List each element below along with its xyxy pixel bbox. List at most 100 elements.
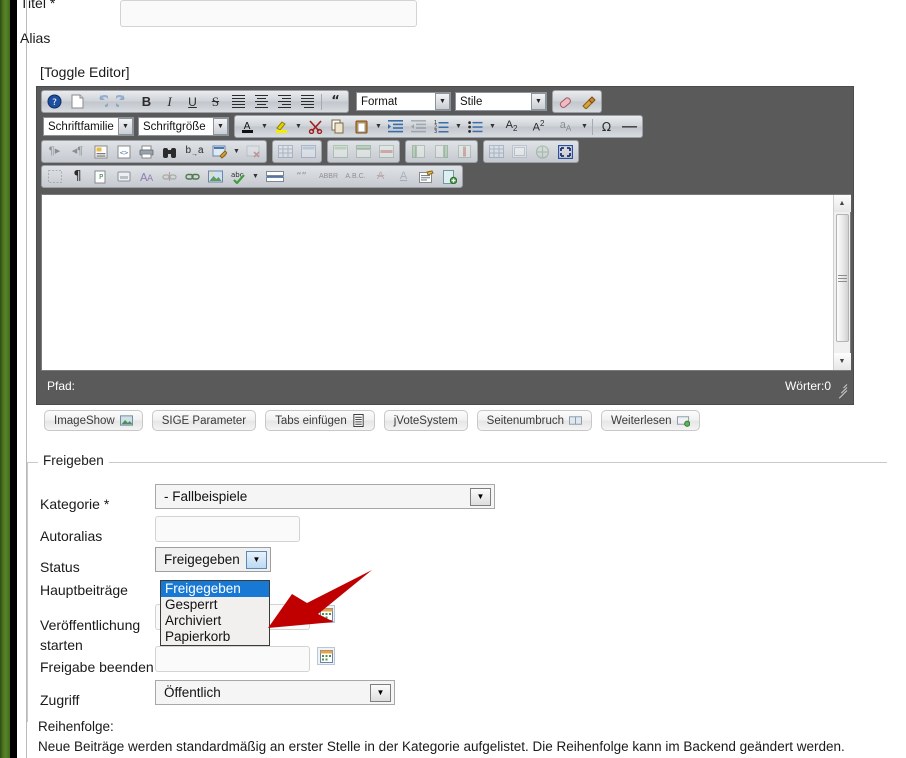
- editor-resize-handle[interactable]: [835, 380, 847, 392]
- search-replace-icon[interactable]: b→a: [182, 142, 207, 161]
- col-insert-after-icon[interactable]: [431, 142, 452, 161]
- split-cells-icon[interactable]: [509, 142, 530, 161]
- editor-canvas[interactable]: [42, 195, 833, 370]
- strikethrough-icon[interactable]: S: [205, 92, 226, 111]
- undo-icon[interactable]: [90, 92, 111, 111]
- kategorie-select[interactable]: - Fallbeispiele ▼: [155, 484, 495, 509]
- calendar-icon[interactable]: [317, 605, 335, 623]
- align-right-icon[interactable]: [274, 92, 295, 111]
- col-insert-before-icon[interactable]: [408, 142, 429, 161]
- anchor-icon[interactable]: [532, 142, 553, 161]
- row-insert-before-icon[interactable]: [353, 142, 374, 161]
- cut-scissors-icon[interactable]: [305, 117, 326, 136]
- align-center-icon[interactable]: [251, 92, 272, 111]
- delete-image-icon[interactable]: [243, 142, 264, 161]
- acronym-icon[interactable]: A.B.C.: [343, 167, 368, 186]
- scroll-down-arrow-icon[interactable]: ▼: [834, 353, 851, 370]
- table-properties-icon[interactable]: [298, 142, 319, 161]
- row-properties-icon[interactable]: [330, 142, 351, 161]
- unlink-icon[interactable]: [159, 167, 180, 186]
- edit-notes-icon[interactable]: [416, 167, 437, 186]
- scrollbar-thumb[interactable]: [836, 214, 849, 342]
- plugin-button-tabs-einfuegen[interactable]: Tabs einfügen: [265, 410, 375, 431]
- toggle-editor-link[interactable]: [Toggle Editor]: [40, 64, 130, 80]
- paste-icon[interactable]: [351, 117, 372, 136]
- subscript-icon[interactable]: A2: [499, 117, 524, 136]
- editor-scrollbar[interactable]: ▲ ▼: [833, 195, 850, 370]
- text-color-dropdown-arrow-icon[interactable]: ▼: [259, 117, 270, 136]
- paste-text-icon[interactable]: P: [90, 167, 111, 186]
- table-insert-icon[interactable]: [275, 142, 296, 161]
- calendar-icon[interactable]: [317, 647, 335, 665]
- text-color-icon[interactable]: A: [237, 117, 258, 136]
- bullet-list-icon[interactable]: [465, 117, 486, 136]
- schriftfamilie-select[interactable]: Schriftfamilie ▼: [43, 117, 134, 136]
- help-icon[interactable]: ?: [44, 92, 65, 111]
- status-option-archiviert[interactable]: Archiviert: [161, 613, 269, 629]
- plugin-button-weiterlesen[interactable]: Weiterlesen: [601, 410, 700, 431]
- indent-decrease-icon[interactable]: [408, 117, 429, 136]
- underline-icon[interactable]: U: [182, 92, 203, 111]
- scroll-up-arrow-icon[interactable]: ▲: [834, 195, 851, 212]
- special-char-dropdown-arrow-icon[interactable]: ▼: [579, 117, 590, 136]
- page-break-icon[interactable]: [262, 167, 287, 186]
- paragraph-mark-icon[interactable]: ¶: [67, 167, 88, 186]
- highlight-color-dropdown-arrow-icon[interactable]: ▼: [293, 117, 304, 136]
- align-left-icon[interactable]: [228, 92, 249, 111]
- new-document-icon[interactable]: [67, 92, 88, 111]
- indent-increase-icon[interactable]: [385, 117, 406, 136]
- plugin-button-sige-parameter[interactable]: SIGE Parameter: [152, 410, 256, 431]
- add-page-icon[interactable]: [439, 167, 460, 186]
- eraser-icon[interactable]: [555, 92, 576, 111]
- abbreviation-icon[interactable]: ABBR: [316, 167, 341, 186]
- font-select-icon[interactable]: AA: [136, 167, 157, 186]
- italic-icon[interactable]: I: [159, 92, 180, 111]
- col-delete-icon[interactable]: [454, 142, 475, 161]
- special-char-dim-icon[interactable]: aA: [553, 117, 578, 136]
- horizontal-rule-icon[interactable]: [619, 117, 640, 136]
- status-dropdown-list[interactable]: Freigegeben Gesperrt Archiviert Papierko…: [160, 580, 270, 646]
- status-option-freigegeben[interactable]: Freigegeben: [161, 581, 269, 597]
- ltr-direction-icon[interactable]: ¶▸: [44, 142, 65, 161]
- blockquote-icon[interactable]: “: [325, 92, 346, 111]
- zugriff-select[interactable]: Öffentlich ▼: [155, 680, 395, 705]
- rtl-direction-icon[interactable]: ◂¶: [67, 142, 88, 161]
- spellcheck-icon[interactable]: abc: [228, 167, 249, 186]
- alias-input[interactable]: [120, 0, 417, 27]
- superscript-icon[interactable]: A2: [526, 117, 551, 136]
- quote-marks-icon[interactable]: “”: [289, 167, 314, 186]
- search-binoculars-icon[interactable]: [159, 142, 180, 161]
- status-option-papierkorb[interactable]: Papierkorb: [161, 629, 269, 645]
- copy-icon[interactable]: [328, 117, 349, 136]
- strike-del-icon[interactable]: A: [370, 167, 391, 186]
- numbered-list-icon[interactable]: 123: [431, 117, 452, 136]
- freigabe-beenden-date-input[interactable]: [155, 646, 310, 672]
- cleanup-brush-icon[interactable]: [578, 92, 599, 111]
- merge-cells-icon[interactable]: [486, 142, 507, 161]
- status-option-gesperrt[interactable]: Gesperrt: [161, 597, 269, 613]
- edit-image-icon[interactable]: [209, 142, 230, 161]
- print-icon[interactable]: [136, 142, 157, 161]
- format-select[interactable]: Format ▼: [356, 92, 451, 111]
- schriftgroesse-select[interactable]: Schriftgröße ▼: [138, 117, 229, 136]
- numbered-list-dropdown-arrow-icon[interactable]: ▼: [453, 117, 464, 136]
- paste-dropdown-arrow-icon[interactable]: ▼: [373, 117, 384, 136]
- editor-content-area[interactable]: ▲ ▼: [41, 194, 851, 371]
- visual-aid-icon[interactable]: [44, 167, 65, 186]
- link-icon[interactable]: [182, 167, 203, 186]
- highlight-color-icon[interactable]: [271, 117, 292, 136]
- bullet-list-dropdown-arrow-icon[interactable]: ▼: [487, 117, 498, 136]
- source-code-icon[interactable]: <>: [113, 142, 134, 161]
- image-dropdown-arrow-icon[interactable]: ▼: [231, 142, 242, 161]
- redo-icon[interactable]: [113, 92, 134, 111]
- omega-icon[interactable]: Ω: [596, 117, 617, 136]
- insert-template-icon[interactable]: [90, 142, 111, 161]
- autoralias-input[interactable]: [155, 516, 300, 542]
- spellcheck-dropdown-arrow-icon[interactable]: ▼: [250, 167, 261, 186]
- insert-icon[interactable]: A: [393, 167, 414, 186]
- plugin-button-seitenumbruch[interactable]: Seitenumbruch: [477, 410, 592, 431]
- stile-select[interactable]: Stile ▼: [455, 92, 547, 111]
- paste-word-icon[interactable]: [113, 167, 134, 186]
- bold-icon[interactable]: B: [136, 92, 157, 111]
- align-justify-icon[interactable]: [297, 92, 318, 111]
